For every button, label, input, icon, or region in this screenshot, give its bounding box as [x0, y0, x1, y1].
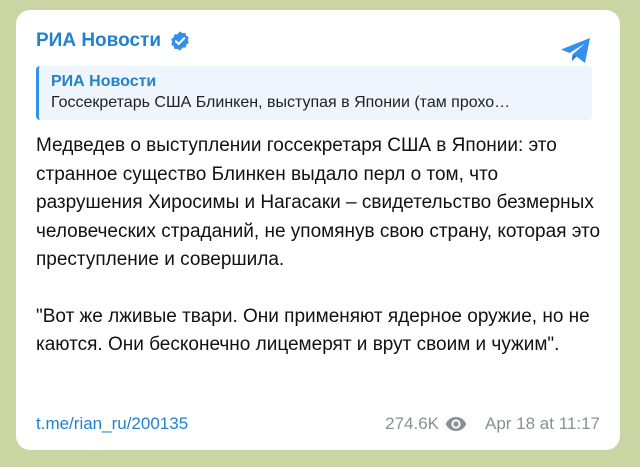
eye-icon — [445, 417, 467, 431]
reply-author: РИА Новости — [51, 73, 157, 90]
message-text: Медведев о выступлении госсекретаря США … — [36, 132, 606, 360]
post-link[interactable]: t.me/rian_ru/200135 — [36, 414, 188, 434]
message-bubble: РИА Новости РИА Новости Госсекретарь США… — [16, 10, 620, 450]
message-paragraph: Медведев о выступлении госсекретаря США … — [36, 135, 601, 270]
message-paragraph: "Вот же лживые твари. Они применяют ядер… — [36, 305, 590, 356]
telegram-share-icon[interactable] — [560, 36, 592, 66]
message-meta: 274.6K Apr 18 at 11:17 — [385, 414, 600, 434]
reply-text: Госсекретарь США Блинкен, выступая в Япо… — [51, 94, 511, 111]
message-timestamp: Apr 18 at 11:17 — [485, 414, 600, 433]
reply-preview[interactable]: РИА Новости Госсекретарь США Блинкен, вы… — [36, 66, 592, 120]
view-count: 274.6K — [385, 414, 439, 433]
channel-name[interactable]: РИА Новости — [36, 30, 161, 52]
verified-badge-icon — [171, 31, 189, 51]
message-footer: t.me/rian_ru/200135 274.6K Apr 18 at 11:… — [36, 412, 600, 436]
message-header: РИА Новости — [36, 26, 600, 56]
